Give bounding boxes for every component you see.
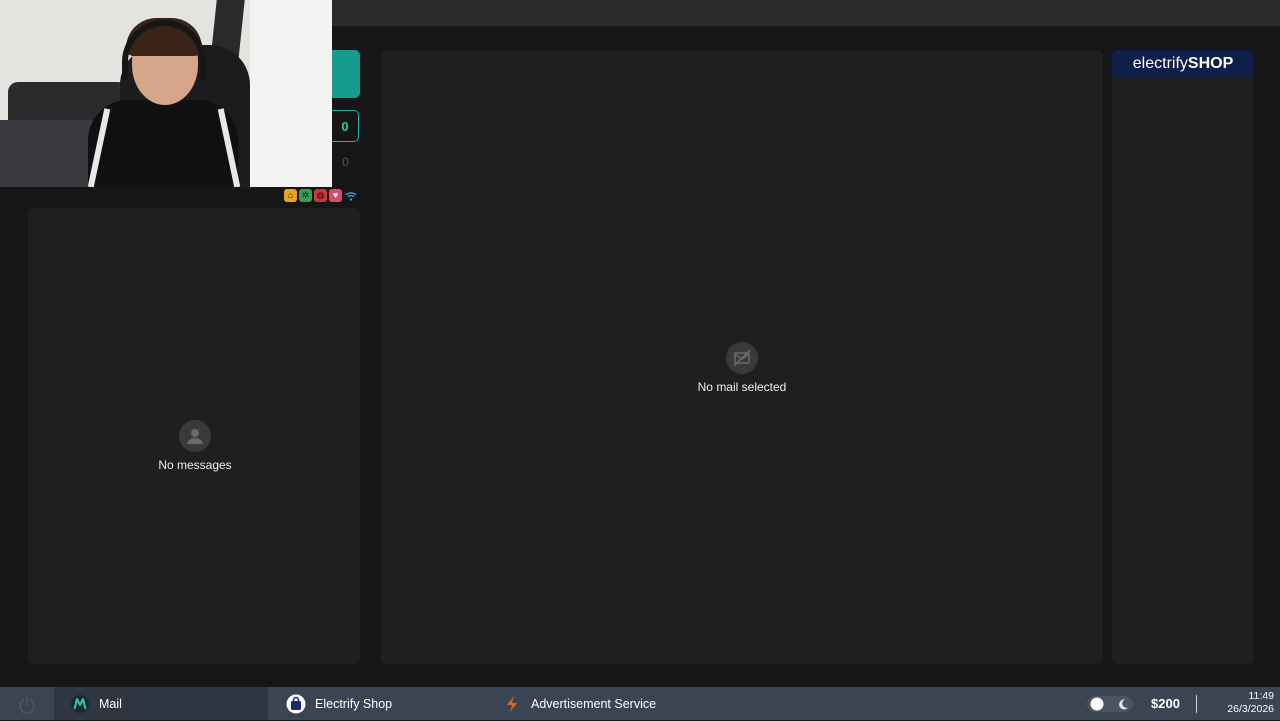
tray-divider: [1196, 695, 1197, 713]
taskbar-app-advertisement-service[interactable]: Advertisement Service: [486, 687, 700, 720]
taskbar: Mail Electrify Shop Advertisement Servic…: [0, 687, 1280, 720]
webcam-shirt: [88, 100, 238, 187]
bolt-icon: [502, 694, 522, 714]
webcam-window: [250, 0, 332, 187]
secondary-count-badge[interactable]: 0: [332, 150, 359, 174]
mail-app-icon: [70, 694, 90, 714]
no-mail-icon: [726, 342, 758, 374]
clock-time: 11:49: [1248, 690, 1275, 702]
logo-text-regular: electrify: [1132, 55, 1188, 72]
clock: 11:49 26/3/2026: [1204, 690, 1274, 716]
home-icon: ⌂: [284, 189, 297, 202]
power-icon[interactable]: [16, 694, 38, 716]
alert-icon: ◍: [314, 189, 327, 202]
taskbar-app-electrify-shop[interactable]: Electrify Shop: [270, 687, 484, 720]
mail-viewer-empty-state: No mail selected: [672, 342, 812, 394]
electrify-shop-logo[interactable]: electrify SHOP: [1112, 50, 1254, 78]
webcam-overlay: [0, 0, 332, 187]
theme-toggle[interactable]: [1087, 696, 1133, 712]
taskbar-app-label: Mail: [99, 696, 122, 711]
taskbar-app-mail[interactable]: Mail: [54, 687, 268, 720]
taskbar-app-label: Advertisement Service: [531, 696, 657, 711]
clock-date: 26/3/2026: [1227, 703, 1274, 715]
ad-panel: [1112, 50, 1254, 664]
settings-icon: ✲: [299, 189, 312, 202]
message-list-empty-state: No messages: [130, 420, 260, 472]
inbox-count-badge[interactable]: 0: [332, 110, 359, 142]
compose-button[interactable]: [332, 50, 360, 98]
heart-icon: ♥: [329, 189, 342, 202]
no-messages-text: No messages: [158, 458, 232, 472]
logo-text-bold: SHOP: [1187, 55, 1234, 72]
person-icon: [179, 420, 211, 452]
wifi-icon: [344, 189, 357, 202]
taskbar-app-label: Electrify Shop: [315, 696, 393, 711]
no-mail-selected-text: No mail selected: [697, 380, 787, 394]
balance-display: $200: [1151, 696, 1180, 711]
status-icons: ⌂ ✲ ◍ ♥: [284, 189, 357, 203]
shop-bag-icon: [286, 694, 306, 714]
